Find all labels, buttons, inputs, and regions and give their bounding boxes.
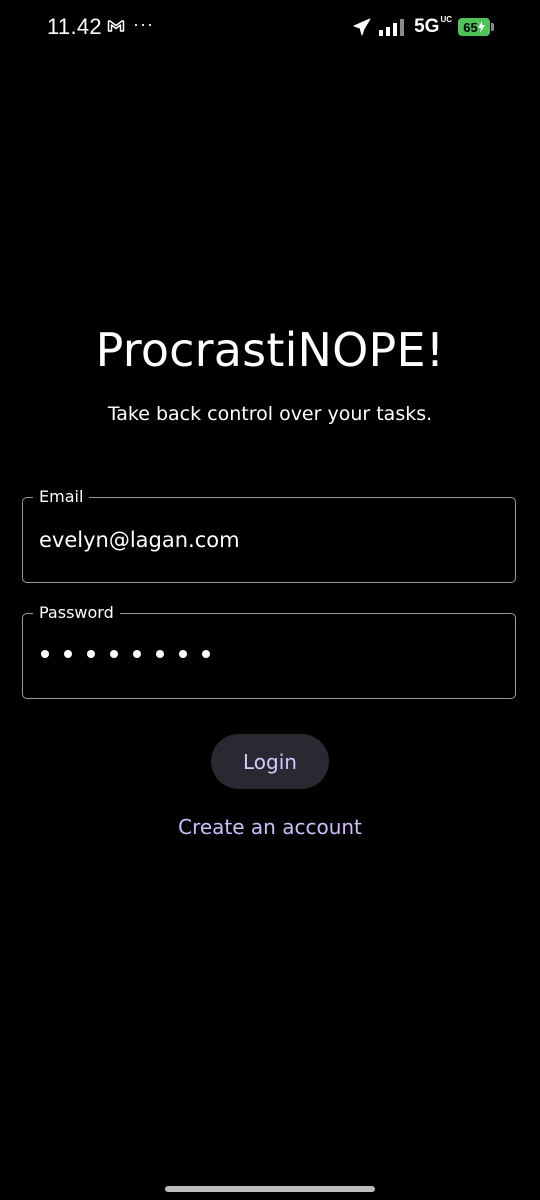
- password-dot: [133, 650, 141, 658]
- status-bar: 11.42 ··· 5GUC 65: [0, 0, 540, 56]
- status-right-group: 5GUC 65: [352, 16, 494, 38]
- password-dot: [110, 650, 118, 658]
- login-button[interactable]: Login: [211, 734, 329, 789]
- password-dot: [179, 650, 187, 658]
- password-dot: [64, 650, 72, 658]
- create-account-link[interactable]: Create an account: [0, 815, 540, 839]
- network-sup: UC: [440, 15, 452, 24]
- email-label: Email: [33, 487, 90, 507]
- signal-icon: [379, 19, 405, 36]
- bolt-icon: [477, 21, 485, 33]
- password-dot: [41, 650, 49, 658]
- network-indicator: 5GUC: [414, 16, 452, 38]
- airplane-icon: [353, 18, 371, 36]
- battery-charging-icon: 65: [458, 17, 494, 37]
- password-input[interactable]: [41, 650, 210, 658]
- status-time: 11.42: [47, 14, 102, 39]
- email-input[interactable]: [39, 528, 489, 552]
- password-label: Password: [33, 603, 120, 623]
- app-subtitle: Take back control over your tasks.: [107, 403, 433, 425]
- more-dots-icon: ···: [133, 14, 154, 34]
- gmail-icon: [107, 20, 125, 32]
- password-dot: [156, 650, 164, 658]
- battery-level: 65: [463, 19, 478, 35]
- password-dot: [87, 650, 95, 658]
- password-dot: [202, 650, 210, 658]
- battery-cap: [491, 23, 494, 31]
- app-title: ProcrastiNOPE!: [95, 323, 445, 377]
- battery-body: 65: [458, 18, 490, 36]
- email-field[interactable]: Email: [22, 487, 516, 583]
- password-field[interactable]: Password: [22, 603, 516, 699]
- home-indicator[interactable]: [165, 1186, 375, 1192]
- network-label: 5G: [414, 16, 440, 37]
